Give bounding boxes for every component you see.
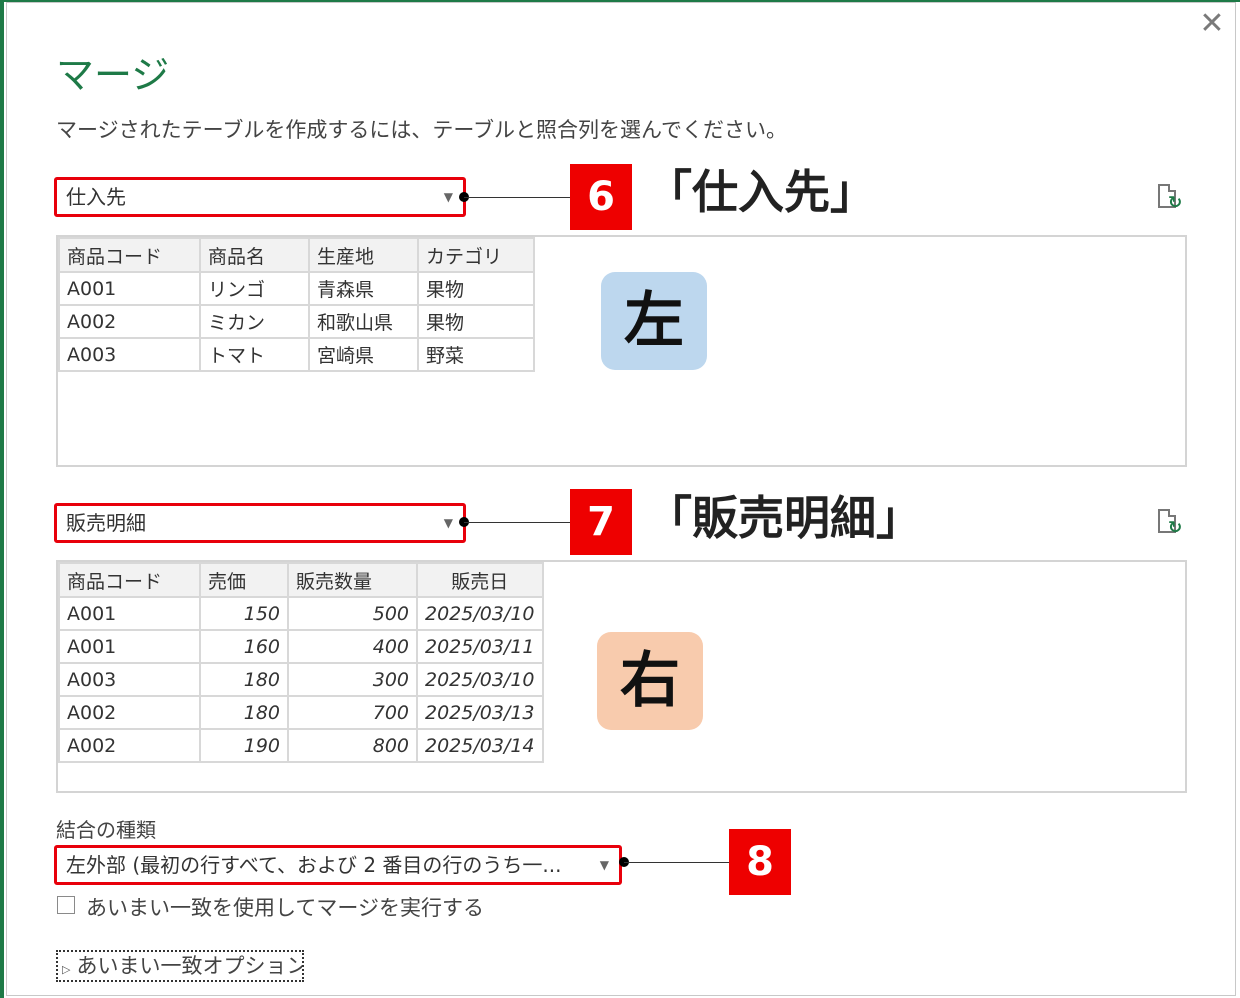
table-cell: 和歌山県 — [308, 304, 419, 339]
table-cell: 300 — [287, 662, 418, 697]
table-cell: 160 — [199, 629, 289, 664]
table-row: A002 190 800 2025/03/14 — [58, 728, 544, 763]
dialog-title: マージ — [56, 53, 170, 97]
table-cell: ミカン — [199, 304, 310, 339]
column-header[interactable]: 商品コード — [58, 562, 201, 598]
left-table-badge: 左 — [601, 272, 707, 370]
table-row: A003 トマト 宮崎県 野菜 — [58, 337, 535, 372]
table-cell: A001 — [58, 271, 201, 306]
table-cell: 果物 — [417, 304, 535, 339]
table-cell: 2025/03/11 — [416, 629, 544, 664]
table-cell: 180 — [199, 695, 289, 730]
first-table-selected: 仕入先 — [66, 185, 126, 209]
second-table-dropdown[interactable]: 販売明細 ▼ — [54, 503, 466, 543]
refresh-preview-icon[interactable]: ↻ — [1156, 182, 1186, 214]
callout-connector-line — [464, 522, 570, 523]
table-cell: リンゴ — [199, 271, 310, 306]
close-icon[interactable]: ✕ — [1196, 8, 1228, 40]
table-cell: A002 — [58, 304, 201, 339]
column-header[interactable]: 販売数量 — [287, 562, 418, 598]
fuzzy-options-expander[interactable]: ▷ あいまい一致オプション — [56, 950, 304, 982]
table-cell: 190 — [199, 728, 289, 763]
column-header[interactable]: 販売日 — [416, 562, 544, 598]
fuzzy-match-label[interactable]: あいまい一致を使用してマージを実行する — [86, 892, 484, 922]
table-row: A001 リンゴ 青森県 果物 — [58, 271, 535, 306]
column-header[interactable]: カテゴリ — [417, 237, 535, 273]
table-cell: 180 — [199, 662, 289, 697]
column-header[interactable]: 売価 — [199, 562, 289, 598]
table-row: A001 150 500 2025/03/10 — [58, 596, 544, 631]
chevron-down-icon: ▼ — [443, 516, 453, 530]
table-cell: A003 — [58, 337, 201, 372]
callout-number-8: 8 — [729, 829, 791, 895]
first-table-dropdown[interactable]: 仕入先 ▼ — [54, 177, 466, 217]
table-cell: 2025/03/10 — [416, 662, 544, 697]
second-table-grid: 商品コード 売価 販売数量 販売日 A001 150 500 2025/03/1… — [58, 562, 544, 763]
callout-number-7: 7 — [570, 489, 632, 555]
second-table-selected: 販売明細 — [66, 511, 146, 535]
callout-number-6: 6 — [570, 164, 632, 230]
table-cell: A001 — [58, 596, 201, 631]
table-cell: 宮崎県 — [308, 337, 419, 372]
right-table-badge: 右 — [597, 632, 703, 730]
table-cell: 700 — [287, 695, 418, 730]
table-cell: 果物 — [417, 271, 535, 306]
annotation-second-table: 「販売明細」 — [646, 491, 922, 545]
fuzzy-options-label: あいまい一致オプション — [76, 954, 304, 978]
join-kind-selected: 左外部 (最初の行すべて、および 2 番目の行のうち一... — [66, 853, 562, 877]
table-cell: 2025/03/14 — [416, 728, 544, 763]
expand-triangle-icon: ▷ — [62, 963, 71, 976]
join-kind-label: 結合の種類 — [56, 818, 156, 842]
dialog-description: マージされたテーブルを作成するには、テーブルと照合列を選んでください。 — [56, 118, 788, 142]
callout-connector-line — [464, 197, 570, 198]
chevron-down-icon: ▼ — [443, 190, 453, 204]
table-cell: A003 — [58, 662, 201, 697]
first-table-grid: 商品コード 商品名 生産地 カテゴリ A001 リンゴ 青森県 果物 A002 … — [58, 237, 535, 372]
table-cell: 2025/03/13 — [416, 695, 544, 730]
table-cell: A002 — [58, 695, 201, 730]
table-row: A002 ミカン 和歌山県 果物 — [58, 304, 535, 339]
table-cell: A001 — [58, 629, 201, 664]
table-cell: 800 — [287, 728, 418, 763]
table-cell: A002 — [58, 728, 201, 763]
table-cell: トマト — [199, 337, 310, 372]
annotation-first-table: 「仕入先」 — [646, 165, 876, 219]
table-cell: 500 — [287, 596, 418, 631]
join-kind-dropdown[interactable]: 左外部 (最初の行すべて、および 2 番目の行のうち一... ▼ — [54, 845, 622, 885]
table-cell: 野菜 — [417, 337, 535, 372]
column-header[interactable]: 商品名 — [199, 237, 310, 273]
table-cell: 150 — [199, 596, 289, 631]
callout-connector-line — [624, 862, 730, 863]
table-row: A001 160 400 2025/03/11 — [58, 629, 544, 664]
column-header[interactable]: 商品コード — [58, 237, 201, 273]
table-row: A002 180 700 2025/03/13 — [58, 695, 544, 730]
table-cell: 青森県 — [308, 271, 419, 306]
table-row: A003 180 300 2025/03/10 — [58, 662, 544, 697]
table-cell: 400 — [287, 629, 418, 664]
column-header[interactable]: 生産地 — [308, 237, 419, 273]
chevron-down-icon: ▼ — [599, 858, 609, 872]
refresh-preview-icon[interactable]: ↻ — [1156, 507, 1186, 539]
table-cell: 2025/03/10 — [416, 596, 544, 631]
fuzzy-match-checkbox[interactable] — [57, 896, 75, 914]
